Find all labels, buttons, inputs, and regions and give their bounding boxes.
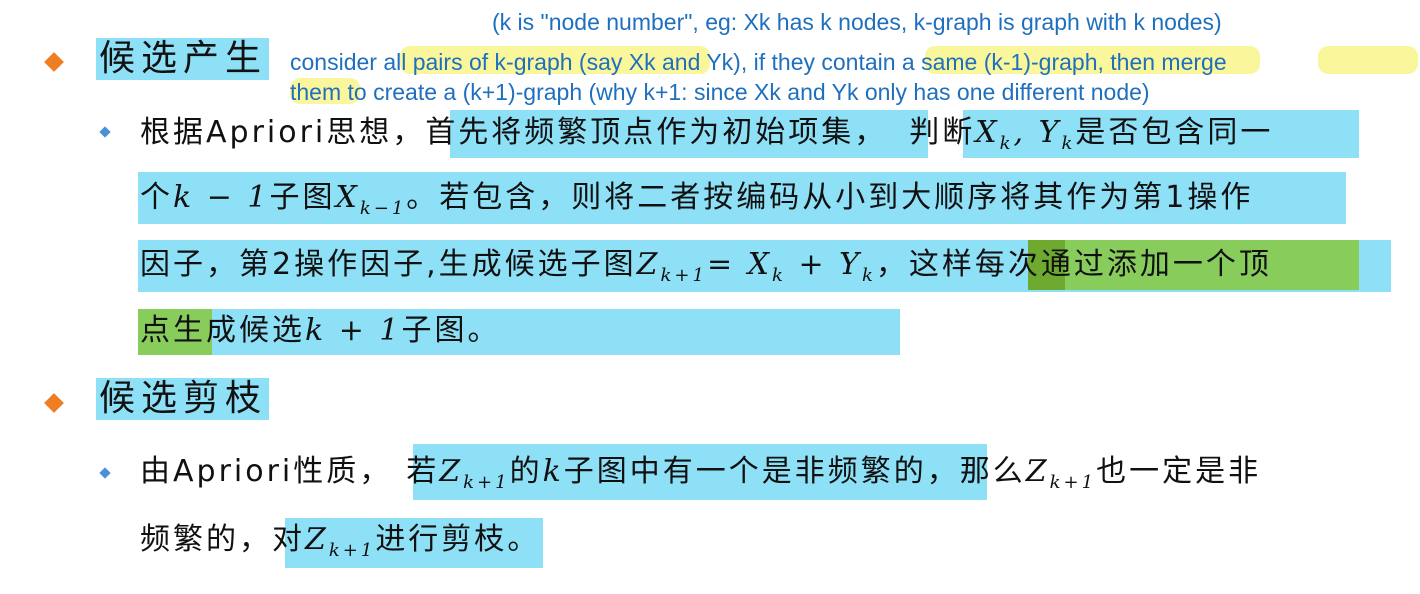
text: 由Apriori性质， (140, 454, 393, 489)
section2-line2: 频繁的，对Zk+1进行剪枝。 (140, 520, 540, 571)
annotation-line1: consider all pairs of k-graph (say Xk an… (290, 49, 1227, 75)
text: 对 (272, 522, 305, 557)
text: 成候选 (206, 313, 305, 348)
annotation-line2: them to create a (k+1)-graph (why k+1: s… (290, 79, 1150, 105)
text: 首先将频繁顶点作为初始项集， (425, 115, 888, 150)
text: 判断 (909, 115, 976, 150)
section1-line2: 个k − 1子图Xk−1。若包含，则将二者按编码从小到大顺序将其作为第1操作 (140, 178, 1253, 229)
text: 个 (140, 180, 173, 215)
text: ，这样 (875, 247, 975, 282)
math-var: Zk+1 (1025, 454, 1097, 493)
math-var: Zk+1 (439, 454, 510, 493)
section1-sub-bullet-icon (99, 126, 111, 138)
section1-bullet-icon (44, 52, 64, 72)
section2-heading: 候选剪枝 (99, 378, 268, 419)
math-var: Xk, Yk (975, 115, 1076, 154)
text: 进行剪枝 (375, 522, 508, 557)
section2-bullet-icon (44, 393, 64, 413)
text: 子图 (269, 180, 336, 215)
section1-line4: 点生成候选k + 1子图。 (140, 311, 500, 351)
section2-sub-bullet-icon (99, 467, 111, 479)
text: 根据Apriori思想， (140, 115, 426, 150)
text: 因子，第2操作因子,生成候选子图 (140, 247, 637, 282)
math-var: k − 1 (173, 180, 270, 215)
math-expr: Zk+1= Xk + Yk (636, 247, 876, 286)
math-var: Zk+1 (305, 522, 376, 561)
text: 子图。 (401, 313, 501, 348)
text: 每次通过添加一个顶 (974, 247, 1272, 282)
math-var: k (542, 454, 564, 489)
text: 也一定是非 (1096, 454, 1262, 489)
text: 。 (507, 522, 541, 557)
text: 是否包含同一 (1075, 115, 1274, 150)
section2-line1: 由Apriori性质， 若Zk+1的k子图中有一个是非频繁的，那么Zk+1也一定是… (140, 452, 1261, 503)
text: 的 (509, 454, 543, 489)
text: 。若包含，则将二者按编码从小到大顺序将其作为第1操作 (406, 180, 1254, 215)
section1-line3: 因子，第2操作因子,生成候选子图Zk+1= Xk + Yk，这样每次通过添加一个… (140, 245, 1272, 296)
yellow-highlight-merge (1318, 46, 1418, 74)
text: ，那么 (926, 454, 1026, 489)
text: 子图中有一个是非频繁的 (563, 454, 927, 489)
text: 点生 (140, 313, 206, 348)
annotation-top: (k is "node number", eg: Xk has k nodes,… (492, 9, 1222, 35)
text: 频繁的， (140, 522, 272, 557)
text: 若 (406, 454, 440, 489)
section1-line1: 根据Apriori思想，首先将频繁顶点作为初始项集， 判断Xk, Yk是否包含同一 (140, 113, 1273, 164)
math-var: Xk−1 (335, 180, 407, 219)
math-var: k + 1 (305, 313, 402, 348)
section1-heading: 候选产生 (99, 38, 268, 79)
